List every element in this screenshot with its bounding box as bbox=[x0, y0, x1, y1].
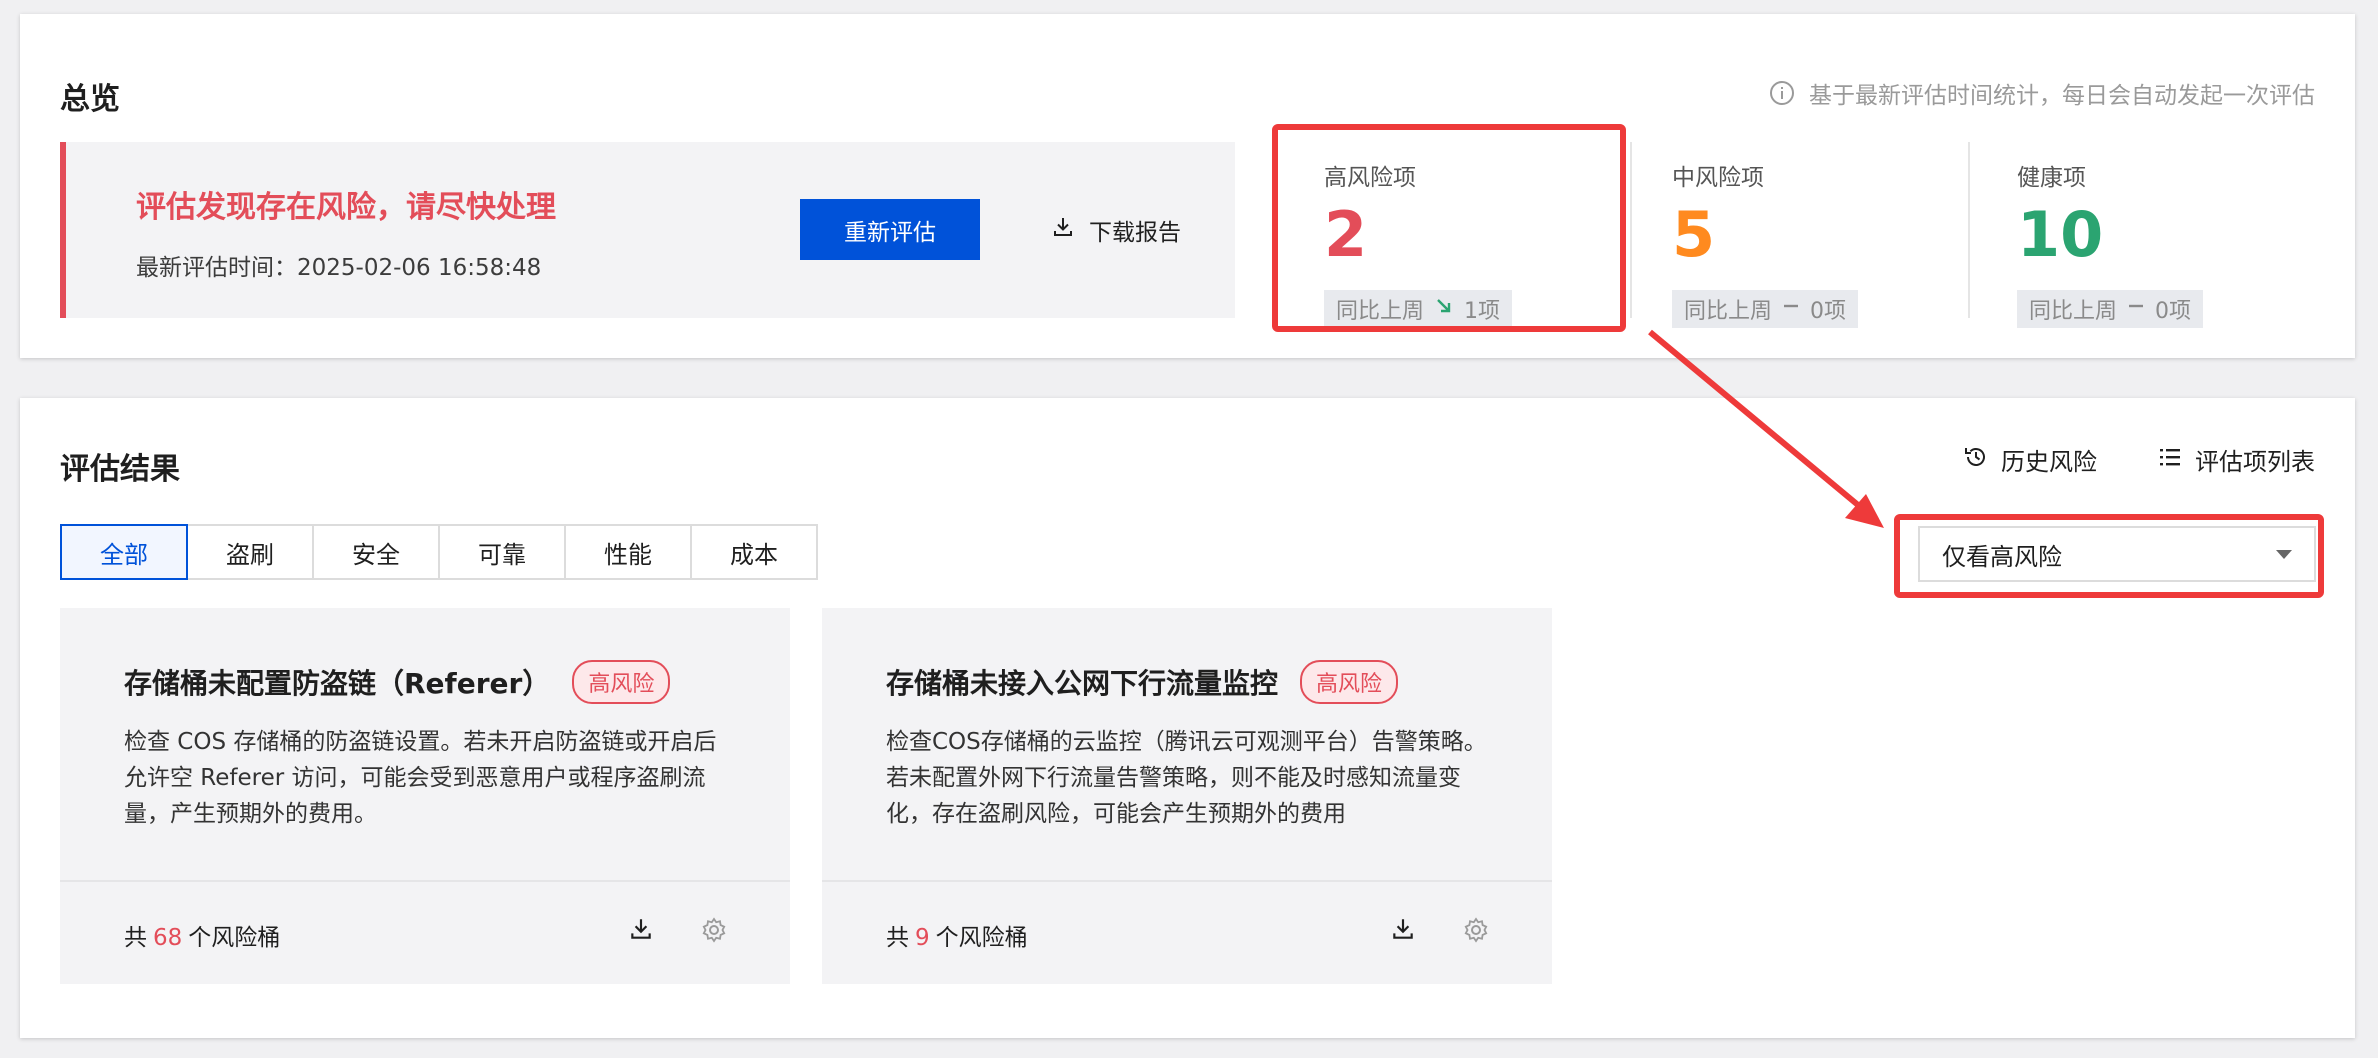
count-prefix: 共 bbox=[886, 925, 909, 951]
risk-filter-value: 仅看高风险 bbox=[1942, 542, 2062, 571]
download-icon bbox=[1051, 215, 1075, 245]
card-title: 存储桶未配置防盗链（Referer） bbox=[124, 667, 551, 700]
risk-bucket-count: 共 68 个风险桶 bbox=[124, 918, 280, 952]
stat-divider bbox=[1968, 142, 1970, 318]
card-title: 存储桶未接入公网下行流量监控 bbox=[886, 667, 1279, 700]
overview-panel: 总览 基于最新评估时间统计，每日会自动发起一次评估 评估发现存在风险，请尽快处理… bbox=[20, 14, 2355, 358]
download-icon[interactable] bbox=[628, 916, 654, 948]
card-actions bbox=[628, 916, 728, 948]
delta-value: 0项 bbox=[2155, 299, 2192, 324]
tab-performance[interactable]: 性能 bbox=[564, 524, 692, 580]
card-title-row: 存储桶未接入公网下行流量监控 高风险 bbox=[886, 660, 1399, 704]
tab-security[interactable]: 安全 bbox=[312, 524, 440, 580]
stat-label: 高风险项 bbox=[1324, 165, 1416, 191]
stat-compare-chip: 同比上周 0项 bbox=[2017, 290, 2204, 328]
card-footer: 共 9 个风险桶 bbox=[822, 880, 1552, 986]
risk-filter-select[interactable]: 仅看高风险 bbox=[1918, 526, 2316, 582]
stat-label: 中风险项 bbox=[1672, 165, 1764, 191]
results-title: 评估结果 bbox=[60, 452, 180, 487]
download-icon[interactable] bbox=[1390, 916, 1416, 948]
card-footer: 共 68 个风险桶 bbox=[60, 880, 790, 986]
evaluation-list-label: 评估项列表 bbox=[2195, 448, 2315, 476]
settings-icon[interactable] bbox=[1462, 916, 1490, 948]
stat-compare-chip: 同比上周 1项 bbox=[1324, 290, 1513, 328]
delta-value: 1项 bbox=[1464, 299, 1501, 324]
risk-badge: 高风险 bbox=[1300, 660, 1399, 704]
compare-label: 同比上周 bbox=[1684, 299, 1773, 324]
count-number: 9 bbox=[915, 925, 930, 951]
overview-title: 总览 bbox=[60, 82, 120, 117]
trend-flat-icon bbox=[1782, 296, 1800, 322]
stat-value: 5 bbox=[1672, 198, 1716, 271]
card-actions bbox=[1390, 916, 1490, 948]
latest-eval-time: 最新评估时间：2025-02-06 16:58:48 bbox=[136, 255, 542, 281]
tab-all[interactable]: 全部 bbox=[60, 524, 188, 580]
stat-compare-chip: 同比上周 0项 bbox=[1672, 290, 1859, 328]
info-icon bbox=[1769, 80, 1795, 106]
risk-card[interactable]: 存储桶未接入公网下行流量监控 高风险 检查COS存储桶的云监控（腾讯云可观测平台… bbox=[822, 608, 1552, 984]
chevron-down-icon bbox=[2276, 549, 2292, 559]
risk-bucket-count: 共 9 个风险桶 bbox=[886, 918, 1028, 952]
count-suffix: 个风险桶 bbox=[188, 925, 281, 951]
tab-reliability[interactable]: 可靠 bbox=[438, 524, 566, 580]
stat-label: 健康项 bbox=[2017, 165, 2086, 191]
risk-alert: 评估发现存在风险，请尽快处理 最新评估时间：2025-02-06 16:58:4… bbox=[60, 142, 1235, 318]
compare-label: 同比上周 bbox=[1336, 299, 1425, 324]
delta-value: 0项 bbox=[1810, 299, 1847, 324]
compare-label: 同比上周 bbox=[2029, 299, 2118, 324]
trend-down-icon bbox=[1434, 296, 1454, 322]
tab-theft[interactable]: 盗刷 bbox=[186, 524, 314, 580]
results-actions: 历史风险 评估项列表 bbox=[1963, 442, 2315, 477]
history-risk-label: 历史风险 bbox=[2001, 448, 2097, 476]
trend-flat-icon bbox=[2127, 296, 2145, 322]
card-description: 检查COS存储桶的云监控（腾讯云可观测平台）告警策略。若未配置外网下行流量告警策… bbox=[886, 729, 1487, 827]
rerun-evaluation-button[interactable]: 重新评估 bbox=[800, 199, 980, 260]
evaluation-list-button[interactable]: 评估项列表 bbox=[2157, 442, 2315, 477]
download-report-label: 下载报告 bbox=[1089, 219, 1181, 246]
history-icon bbox=[1963, 444, 1989, 476]
stat-value: 10 bbox=[2017, 198, 2104, 271]
tab-cost[interactable]: 成本 bbox=[690, 524, 818, 580]
category-tabs: 全部 盗刷 安全 可靠 性能 成本 bbox=[60, 524, 818, 580]
results-panel: 评估结果 历史风险 评估项列表 全部 盗刷 安全 可靠 性能 成本 仅看高风险 … bbox=[20, 398, 2355, 1038]
alert-title: 评估发现存在风险，请尽快处理 bbox=[136, 190, 556, 225]
count-number: 68 bbox=[153, 925, 183, 951]
risk-badge: 高风险 bbox=[572, 660, 671, 704]
list-icon bbox=[2157, 444, 2183, 476]
count-suffix: 个风险桶 bbox=[935, 925, 1028, 951]
history-risk-button[interactable]: 历史风险 bbox=[1963, 442, 2097, 477]
stat-value: 2 bbox=[1324, 198, 1368, 271]
settings-icon[interactable] bbox=[700, 916, 728, 948]
hint-text: 基于最新评估时间统计，每日会自动发起一次评估 bbox=[1809, 83, 2315, 109]
risk-card[interactable]: 存储桶未配置防盗链（Referer） 高风险 检查 COS 存储桶的防盗链设置。… bbox=[60, 608, 790, 984]
overview-hint: 基于最新评估时间统计，每日会自动发起一次评估 bbox=[1769, 76, 2315, 110]
download-report-button[interactable]: 下载报告 bbox=[1051, 199, 1181, 260]
stat-divider bbox=[1630, 142, 1632, 318]
count-prefix: 共 bbox=[124, 925, 147, 951]
card-title-row: 存储桶未配置防盗链（Referer） 高风险 bbox=[124, 660, 671, 704]
card-description: 检查 COS 存储桶的防盗链设置。若未开启防盗链或开启后允许空 Referer … bbox=[124, 729, 717, 827]
